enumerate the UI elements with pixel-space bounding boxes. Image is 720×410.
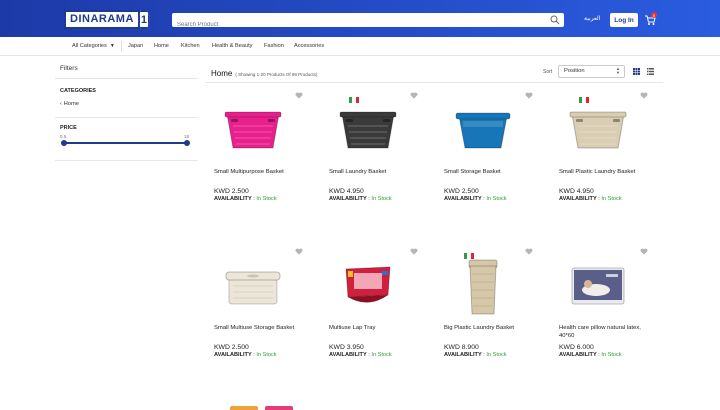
nav-all-categories-label: All Categories [72,43,107,49]
product-card[interactable]: Small Multipurpose Basket KWD 2.500 AVAI… [205,90,310,230]
next-row-product-peek [230,406,258,410]
price-slider-min-handle[interactable] [61,140,67,146]
category-nav: All Categories ▼ Japan Home Kitchen Healt… [0,37,720,56]
heart-icon[interactable] [410,248,418,255]
sort-select[interactable]: Position ▲ ▼ [558,65,625,78]
product-availability: AVAILABILITY : In Stock [444,352,507,358]
product-availability: AVAILABILITY : In Stock [214,196,277,202]
nav-divider [121,41,122,52]
heart-icon[interactable] [525,92,533,99]
product-image[interactable] [560,98,636,162]
price-slider-track[interactable] [63,142,187,144]
product-price: KWD 2.500 [214,344,249,351]
categories-heading: CATEGORIES [60,88,96,94]
login-button[interactable]: Log In [610,13,638,27]
product-image[interactable] [215,98,291,162]
product-availability: AVAILABILITY : In Stock [329,196,392,202]
product-image[interactable] [445,98,521,162]
product-name[interactable]: Health care pillow natural latex, 40*60 [559,324,654,340]
product-name[interactable]: Small Plastic Laundry Basket [559,168,654,176]
sort-select-value: Position [564,68,585,74]
search-icon[interactable] [550,15,560,25]
heart-icon[interactable] [525,248,533,255]
product-image[interactable] [330,98,406,162]
filters-title: Filters [60,65,78,72]
product-card[interactable]: Multiuse Lap Tray KWD 3.950 AVAILABILITY… [320,246,425,386]
product-availability: AVAILABILITY : In Stock [214,352,277,358]
logo-badge-number: 1 [140,13,147,26]
product-price: KWD 3.950 [329,344,364,351]
list-view-icon[interactable] [647,68,654,75]
sidebar-divider [55,117,198,118]
category-link-home[interactable]: ‹ Home [60,101,79,107]
product-image[interactable] [445,254,521,318]
product-card[interactable]: Small Storage Basket KWD 2.500 AVAILABIL… [435,90,540,230]
sidebar-divider [55,78,198,79]
price-max-label: 18 [184,134,190,139]
product-name[interactable]: Small Multipurpose Basket [214,168,309,176]
heart-icon[interactable] [295,248,303,255]
breadcrumb: Home( Showing 1-20 Products Of 99 Produc… [211,69,317,78]
category-home-label: Home [63,101,80,107]
nav-accessories[interactable]: Accessories [294,43,324,49]
product-image[interactable] [330,254,406,318]
price-min-label: 0.5 [60,134,67,139]
product-price: KWD 6.000 [559,344,594,351]
product-card[interactable]: Big Plastic Laundry Basket KWD 8.900 AVA… [435,246,540,386]
nav-kitchen[interactable]: Kitchen [181,43,200,49]
heart-icon[interactable] [295,92,303,99]
price-heading: PRICE [60,125,77,131]
product-availability: AVAILABILITY : In Stock [559,352,622,358]
product-availability: AVAILABILITY : In Stock [559,196,622,202]
product-card[interactable]: Small Laundry Basket KWD 4.950 AVAILABIL… [320,90,425,230]
sort-arrows-icon: ▲ ▼ [616,66,620,75]
product-name[interactable]: Small Laundry Basket [329,168,424,176]
chevron-left-icon: ‹ [60,101,62,107]
product-card[interactable]: Small Multiuse Storage Basket KWD 2.500 … [205,246,310,386]
product-price: KWD 4.950 [559,188,594,195]
product-image[interactable] [215,254,291,318]
nav-fashion[interactable]: Fashion [264,43,284,49]
site-logo[interactable]: DINARAMA 1 [64,10,150,29]
nav-all-categories[interactable]: All Categories ▼ [72,43,115,49]
product-price: KWD 4.950 [329,188,364,195]
toolbar-divider [205,82,663,83]
product-card[interactable]: Small Plastic Laundry Basket KWD 4.950 A… [550,90,655,230]
language-switch[interactable]: العربية [584,15,600,22]
nav-home[interactable]: Home [154,43,169,49]
top-header: DINARAMA 1 العربية Log In 0 [0,0,720,37]
nav-health-beauty[interactable]: Health & Beauty [212,43,252,49]
chevron-down-icon: ▼ [109,43,115,49]
search-bar [172,13,564,32]
price-slider-max-handle[interactable] [184,140,190,146]
product-count-text: ( Showing 1-20 Products Of 99 Products) [235,72,318,77]
nav-japan[interactable]: Japan [128,43,143,49]
sort-label: Sort [543,69,553,75]
product-card[interactable]: Health care pillow natural latex, 40*60 … [550,246,655,386]
product-image[interactable] [560,254,636,318]
breadcrumb-home: Home [211,69,233,78]
heart-icon[interactable] [640,248,648,255]
sidebar-divider [55,160,198,161]
product-name[interactable]: Multiuse Lap Tray [329,324,424,332]
next-row-product-peek [265,406,293,410]
product-price: KWD 2.500 [444,188,479,195]
product-name[interactable]: Small Storage Basket [444,168,539,176]
product-price: KWD 8.900 [444,344,479,351]
heart-icon[interactable] [410,92,418,99]
product-availability: AVAILABILITY : In Stock [329,352,392,358]
product-name[interactable]: Big Plastic Laundry Basket [444,324,539,332]
heart-icon[interactable] [640,92,648,99]
cart-count-badge: 0 [651,12,657,18]
product-name[interactable]: Small Multiuse Storage Basket [214,324,309,332]
logo-wordmark: DINARAMA [64,10,140,29]
search-input[interactable] [172,18,542,32]
grid-view-icon[interactable] [633,68,640,75]
product-price: KWD 2.500 [214,188,249,195]
product-availability: AVAILABILITY : In Stock [444,196,507,202]
